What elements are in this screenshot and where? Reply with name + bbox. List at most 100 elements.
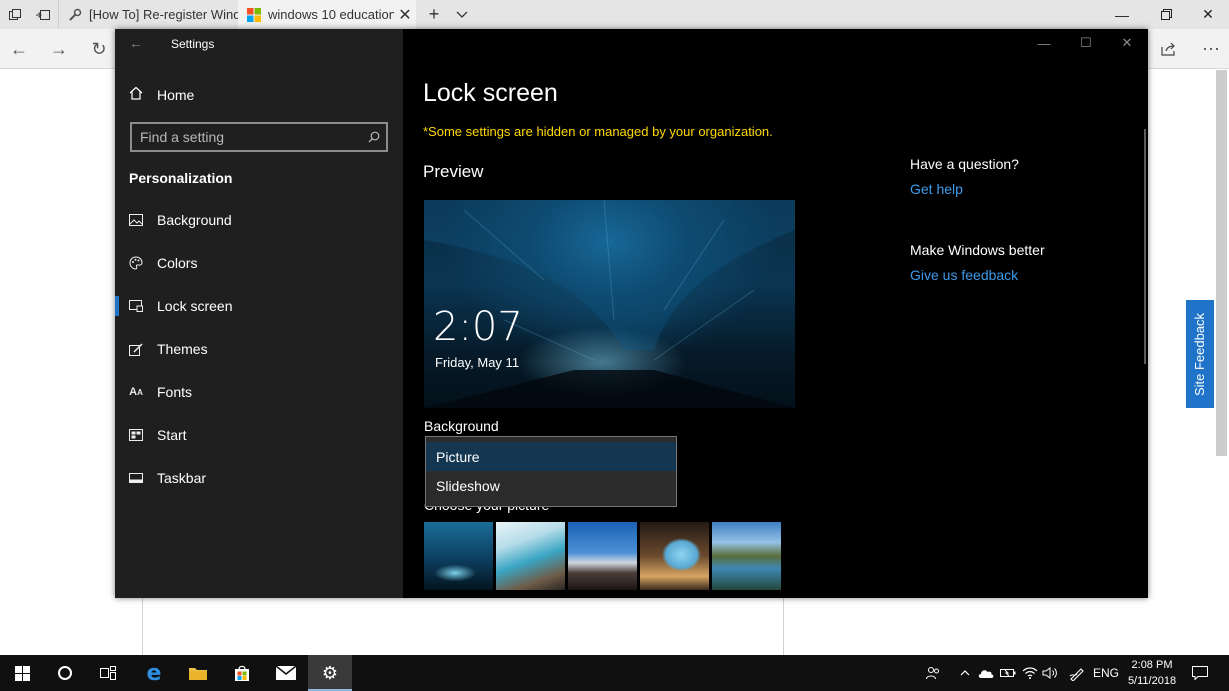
maximize-icon[interactable]: ☐ <box>1065 29 1107 57</box>
page-scrollbar-thumb[interactable] <box>1216 70 1227 456</box>
taskbar-icon <box>129 473 143 483</box>
tab-manager-icon[interactable] <box>4 0 26 29</box>
restore-icon[interactable] <box>1144 0 1188 29</box>
dropdown-option-picture[interactable]: Picture <box>426 442 676 471</box>
action-center-icon[interactable] <box>1188 655 1212 691</box>
search-input[interactable] <box>132 129 362 145</box>
taskbar: e ⚙ ENG 2:08 PM 5/11/2018 <box>0 655 1229 691</box>
edge-browser-icon[interactable]: e <box>132 655 176 691</box>
wifi-icon[interactable] <box>1020 655 1040 691</box>
get-help-link[interactable]: Get help <box>910 181 963 197</box>
more-icon[interactable]: ⋯ <box>1192 29 1229 69</box>
back-arrow-icon[interactable]: ← <box>0 29 38 69</box>
section-title: Personalization <box>129 170 233 186</box>
picture-thumbnail[interactable] <box>568 522 637 590</box>
preview-time: 2:07 <box>433 304 523 350</box>
wrench-icon <box>67 7 83 23</box>
lock-screen-icon <box>129 300 143 312</box>
content-scrollbar[interactable] <box>1144 129 1146 364</box>
back-arrow-icon[interactable]: ← <box>129 35 143 51</box>
sidebar-item-colors[interactable]: Colors <box>115 245 403 281</box>
picture-thumbnail[interactable] <box>712 522 781 590</box>
sidebar-item-start[interactable]: Start <box>115 417 403 453</box>
tab-label: windows 10 education <box>268 7 394 22</box>
search-icon[interactable] <box>362 131 386 143</box>
lock-screen-preview: 2:07 Friday, May 11 <box>424 200 795 408</box>
lock-screen-page: — ☐ ✕ Lock screen *Some settings are hid… <box>403 29 1148 598</box>
background-label: Background <box>424 418 499 434</box>
chevron-down-icon[interactable] <box>450 0 474 29</box>
battery-icon[interactable] <box>998 655 1018 691</box>
dropdown-option-slideshow[interactable]: Slideshow <box>426 471 676 500</box>
minimize-icon[interactable]: — <box>1023 29 1065 57</box>
refresh-icon[interactable]: ↻ <box>80 29 118 69</box>
sidebar-item-label: Fonts <box>157 384 193 400</box>
home-icon <box>129 86 157 104</box>
task-view-icon[interactable] <box>86 655 130 691</box>
volume-icon[interactable] <box>1040 655 1060 691</box>
picture-icon <box>129 214 143 226</box>
close-icon[interactable]: ✕ <box>1186 0 1229 29</box>
minimize-icon[interactable]: — <box>1100 0 1144 29</box>
sidebar-item-label: Themes <box>157 341 208 357</box>
home-nav-item[interactable]: Home <box>129 85 194 105</box>
give-feedback-link[interactable]: Give us feedback <box>910 267 1018 283</box>
tab-how-to-reregister[interactable]: [How To] Re-register Windo <box>58 0 238 29</box>
browser-tab-bar: [How To] Re-register Windo windows 10 ed… <box>0 0 1229 29</box>
clock-time: 2:08 PM <box>1131 659 1173 671</box>
palette-icon <box>129 256 143 270</box>
sidebar-item-label: Taskbar <box>157 470 207 486</box>
clock-date: 5/11/2018 <box>1127 675 1177 687</box>
onedrive-icon[interactable] <box>976 655 996 691</box>
sidebar-item-label: Start <box>157 427 187 443</box>
microsoft-logo-icon <box>246 7 262 23</box>
start-icon <box>129 429 143 441</box>
system-clock[interactable]: 2:08 PM 5/11/2018 <box>1120 657 1184 689</box>
page-title: Lock screen <box>423 79 558 107</box>
site-feedback-label: Site Feedback <box>1192 312 1208 396</box>
sidebar-item-taskbar[interactable]: Taskbar <box>115 460 403 496</box>
file-explorer-icon[interactable] <box>176 655 220 691</box>
tab-label: [How To] Re-register Windo <box>89 7 238 22</box>
sidebar-item-themes[interactable]: Themes <box>115 331 403 367</box>
mail-icon[interactable] <box>264 655 308 691</box>
settings-window: ← Settings Home Personalization Backgrou… <box>115 29 1148 598</box>
picture-thumbnail[interactable] <box>640 522 709 590</box>
picture-thumbnail[interactable] <box>496 522 565 590</box>
window-title: Settings <box>171 37 215 51</box>
language-indicator[interactable]: ENG <box>1092 655 1120 691</box>
pen-ink-workspace-icon[interactable] <box>1066 655 1088 691</box>
sidebar-item-label: Lock screen <box>157 298 233 314</box>
close-tab-icon[interactable]: ✕ <box>394 5 416 25</box>
font-icon: AA <box>129 386 143 398</box>
preview-date: Friday, May 11 <box>435 355 520 370</box>
cortana-icon[interactable] <box>43 655 87 691</box>
forward-arrow-icon[interactable]: → <box>40 29 78 69</box>
sidebar-item-label: Background <box>157 212 232 228</box>
site-feedback-button[interactable]: Site Feedback <box>1186 300 1214 408</box>
show-hidden-icons-chevron-icon[interactable] <box>956 655 974 691</box>
share-icon[interactable] <box>1150 29 1188 69</box>
windows-start-icon[interactable] <box>0 655 44 691</box>
find-setting-search[interactable] <box>130 122 388 152</box>
background-dropdown[interactable]: Picture Slideshow <box>425 436 677 507</box>
sidebar-item-fonts[interactable]: AA Fonts <box>115 374 403 410</box>
feedback-heading: Make Windows better <box>910 242 1045 258</box>
people-icon[interactable] <box>922 655 944 691</box>
preview-heading: Preview <box>423 162 484 181</box>
brush-icon <box>129 342 143 356</box>
sidebar-item-background[interactable]: Background <box>115 202 403 238</box>
sidebar-item-label: Colors <box>157 255 198 271</box>
home-label: Home <box>157 87 195 103</box>
help-heading: Have a question? <box>910 156 1019 172</box>
close-icon[interactable]: ✕ <box>1106 29 1148 57</box>
settings-gear-icon[interactable]: ⚙ <box>308 655 352 691</box>
sidebar-item-lock-screen[interactable]: Lock screen <box>115 288 403 324</box>
picture-thumbnail[interactable] <box>424 522 493 590</box>
settings-sidebar: ← Settings Home Personalization Backgrou… <box>115 29 403 598</box>
managed-notice: *Some settings are hidden or managed by … <box>423 124 773 139</box>
set-tabs-aside-icon[interactable] <box>32 0 54 29</box>
tab-windows-10-education[interactable]: windows 10 education ✕ <box>238 0 416 29</box>
store-icon[interactable] <box>220 655 264 691</box>
plus-icon[interactable]: + <box>422 0 446 29</box>
